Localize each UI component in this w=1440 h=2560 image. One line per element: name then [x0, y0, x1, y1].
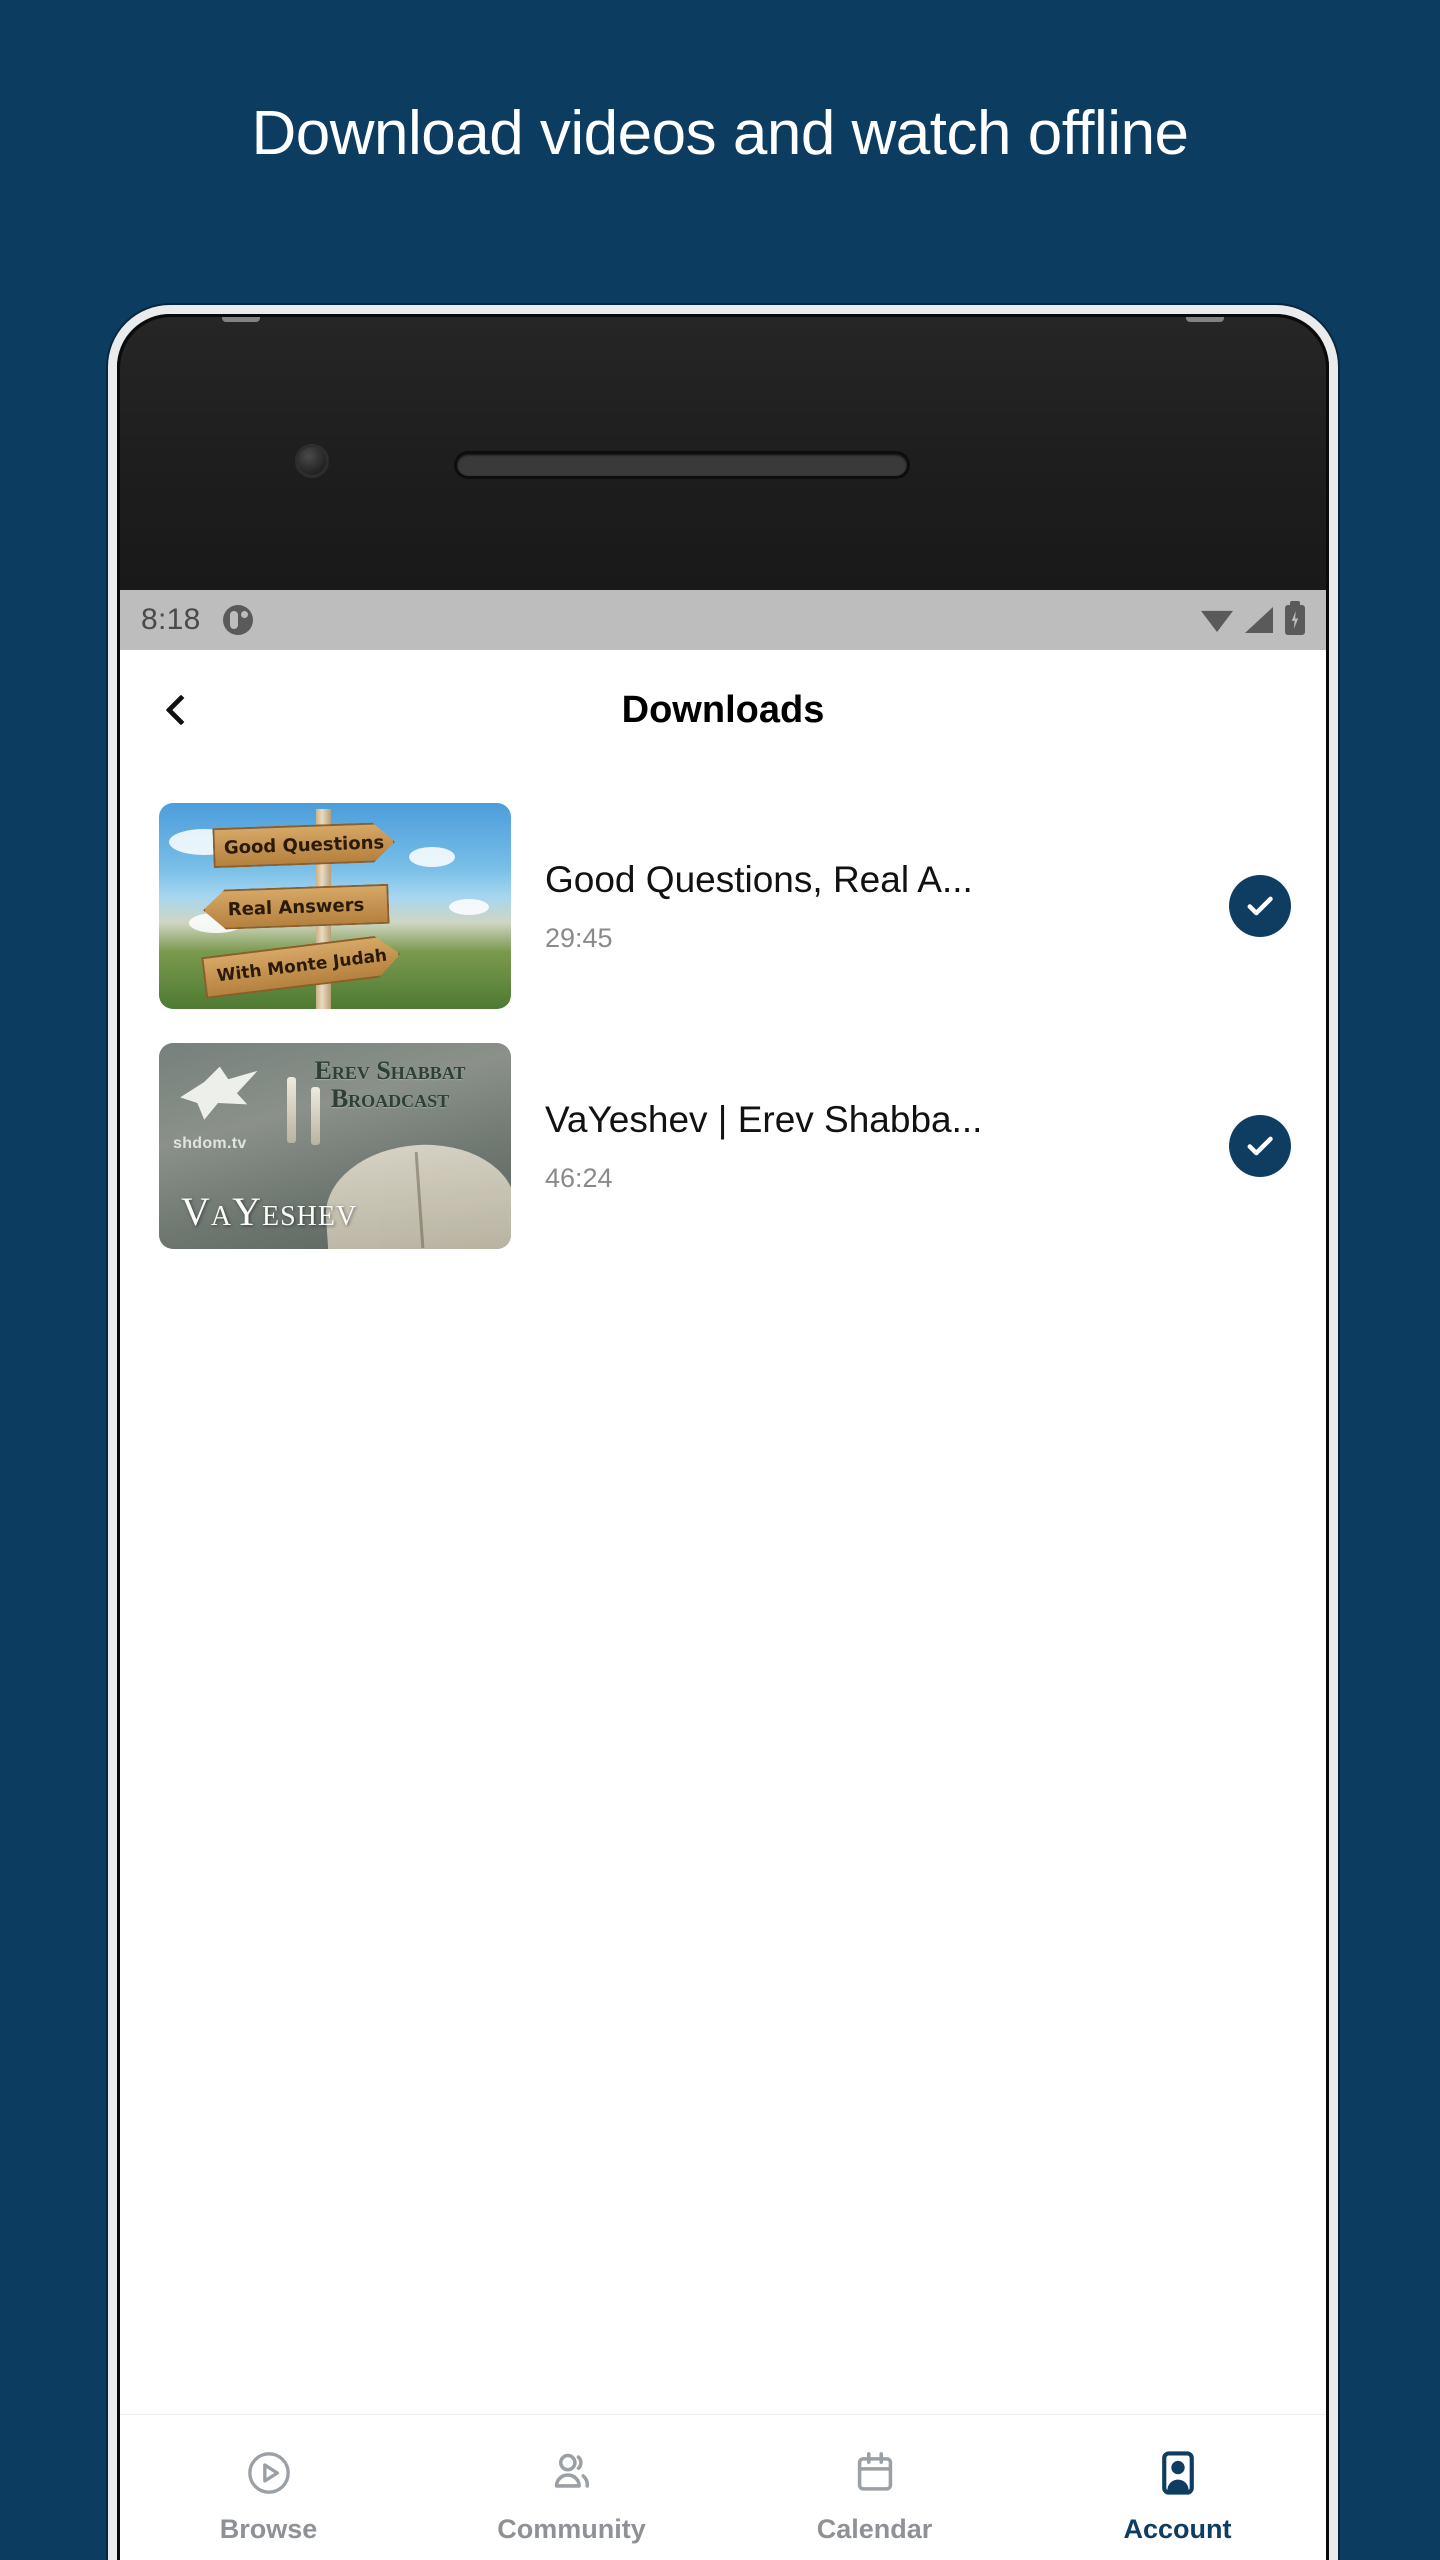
- list-item-title: VaYeshev | Erev Shabba...: [545, 1098, 983, 1140]
- phone-screen: 8:18 Downloads Good Questions Real Answe…: [117, 590, 1329, 2560]
- earpiece-speaker: [457, 454, 907, 476]
- play-circle-icon: [242, 2446, 296, 2500]
- status-bar: 8:18: [117, 590, 1329, 650]
- back-button[interactable]: [153, 682, 209, 738]
- downloads-list[interactable]: Good Questions Real Answers With Monte J…: [117, 770, 1329, 2414]
- list-item-title: Good Questions, Real A...: [545, 858, 973, 900]
- battery-charging-icon: [1285, 601, 1305, 635]
- tab-label: Browse: [219, 2514, 318, 2544]
- tab-community[interactable]: Community: [420, 2415, 723, 2560]
- wifi-icon: [1201, 610, 1233, 632]
- thumbnail-sign-line1: Good Questions: [212, 822, 395, 868]
- cloud-shape: [409, 847, 455, 867]
- chevron-left-icon: [165, 694, 197, 726]
- bezel-notch-right: [1186, 314, 1224, 322]
- tab-browse[interactable]: Browse: [117, 2415, 420, 2560]
- video-thumbnail[interactable]: Erev Shabbat Broadcast shdom.tv VaYeshev: [159, 1043, 511, 1249]
- list-item-text: VaYeshev | Erev Shabba... 46:24: [545, 1099, 1195, 1194]
- phone-mockup: 8:18 Downloads Good Questions Real Answe…: [108, 305, 1338, 2560]
- promo-heading: Download videos and watch offline: [251, 99, 1189, 168]
- thumbnail-caption: VaYeshev: [181, 1189, 358, 1234]
- video-thumbnail[interactable]: Good Questions Real Answers With Monte J…: [159, 803, 511, 1009]
- status-system-icons: [1201, 601, 1305, 635]
- list-item-duration: 46:24: [545, 1162, 613, 1193]
- bottom-tab-bar: Browse Community Calendar Account: [117, 2414, 1329, 2560]
- status-notification-area: [222, 605, 253, 635]
- tab-label: Community: [497, 2514, 646, 2544]
- thumbnail-sign-line2: Real Answers: [202, 884, 389, 930]
- cellular-signal-icon: [1245, 607, 1273, 633]
- dove-icon: [180, 1066, 258, 1120]
- cloud-shape: [449, 899, 489, 915]
- download-complete-button[interactable]: [1229, 875, 1291, 937]
- bezel-notch-left: [222, 314, 260, 322]
- calendar-icon: [848, 2446, 902, 2500]
- volume-button[interactable]: [1331, 1319, 1338, 1574]
- download-complete-button[interactable]: [1229, 1115, 1291, 1177]
- list-item[interactable]: Erev Shabbat Broadcast shdom.tv VaYeshev…: [117, 1026, 1329, 1266]
- status-time: 8:18: [141, 603, 201, 636]
- app-notification-icon: [222, 605, 253, 635]
- list-item-text: Good Questions, Real A... 29:45: [545, 859, 1195, 954]
- list-item-duration: 29:45: [545, 922, 613, 953]
- power-button[interactable]: [1331, 1624, 1338, 1904]
- phone-bezel-top: [117, 314, 1329, 590]
- account-card-icon: [1151, 2446, 1205, 2500]
- thumbnail-title: Erev Shabbat Broadcast: [314, 1056, 466, 1114]
- tab-calendar[interactable]: Calendar: [723, 2415, 1026, 2560]
- thumbnail-sign-line3: With Monte Judah: [201, 933, 403, 999]
- front-camera-icon: [295, 444, 329, 478]
- tab-label: Calendar: [816, 2514, 933, 2544]
- tab-account[interactable]: Account: [1026, 2415, 1329, 2560]
- tab-label: Account: [1123, 2514, 1232, 2544]
- thumbnail-watermark: shdom.tv: [173, 1135, 247, 1152]
- list-item[interactable]: Good Questions Real Answers With Monte J…: [117, 786, 1329, 1026]
- page-title: Downloads: [621, 688, 825, 731]
- app-header: Downloads: [117, 650, 1329, 770]
- people-icon: [545, 2446, 599, 2500]
